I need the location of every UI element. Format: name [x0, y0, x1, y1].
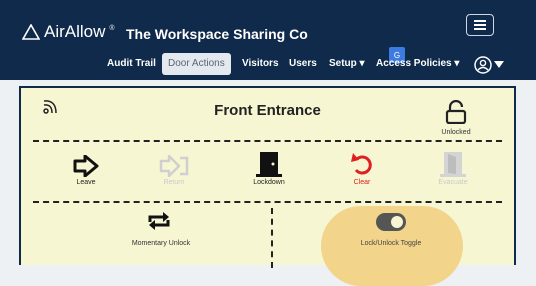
- evacuate-button[interactable]: Evacuate: [418, 151, 488, 186]
- nav-access-policies-label: Access Policies: [376, 58, 452, 69]
- unlocked-padlock-icon: [445, 99, 467, 125]
- divider: [33, 140, 502, 142]
- lock-status: Unlocked: [431, 99, 481, 136]
- nav-visitors[interactable]: Visitors: [242, 53, 279, 75]
- nav-door-actions[interactable]: Door Actions: [162, 53, 231, 75]
- toggle-switch-icon: [376, 213, 406, 231]
- arrow-right-box-icon: [73, 155, 99, 177]
- clear-button[interactable]: Clear: [327, 151, 397, 186]
- toggle-label: Lock/Unlock Toggle: [360, 240, 422, 247]
- clear-label: Clear: [353, 179, 371, 186]
- lockdown-button[interactable]: Lockdown: [234, 151, 304, 186]
- main-nav: Audit Trail Door Actions Visitors Users …: [0, 53, 536, 77]
- door-panel: Front Entrance Unlocked Leave Return Loc…: [19, 86, 516, 286]
- nav-setup[interactable]: Setup ▾: [329, 53, 365, 75]
- divider: [33, 201, 502, 203]
- return-button[interactable]: Return: [139, 151, 209, 186]
- lock-status-label: Unlocked: [441, 129, 471, 136]
- momentary-unlock-label: Momentary Unlock: [131, 240, 191, 247]
- door-closed-icon: [256, 152, 282, 177]
- return-label: Return: [163, 179, 185, 186]
- nav-users[interactable]: Users: [289, 53, 317, 75]
- vertical-divider: [271, 208, 273, 268]
- swap-arrows-icon: [148, 212, 170, 230]
- triangle-logo-icon: [22, 24, 40, 40]
- app-logo[interactable]: AirAllow ®: [22, 22, 115, 42]
- leave-button[interactable]: Leave: [51, 151, 121, 186]
- user-menu[interactable]: [474, 56, 504, 74]
- evacuate-label: Evacuate: [438, 179, 468, 186]
- door-open-icon: [440, 152, 466, 177]
- lockdown-label: Lockdown: [253, 179, 285, 186]
- nav-audit-trail[interactable]: Audit Trail: [107, 53, 156, 75]
- top-navbar: AirAllow ® The Workspace Sharing Co G Aud…: [0, 0, 536, 80]
- menu-toggle-button[interactable]: [466, 14, 494, 36]
- logo-text: AirAllow: [44, 22, 106, 41]
- undo-arrow-icon: [351, 153, 372, 175]
- company-name: The Workspace Sharing Co: [126, 26, 308, 42]
- user-avatar-icon: [474, 56, 492, 74]
- return-arrow-icon: [159, 155, 189, 177]
- nav-setup-label: Setup: [329, 58, 357, 69]
- leave-label: Leave: [76, 179, 96, 186]
- chevron-down-icon: [494, 61, 504, 68]
- nav-access-policies[interactable]: Access Policies ▾: [376, 53, 459, 75]
